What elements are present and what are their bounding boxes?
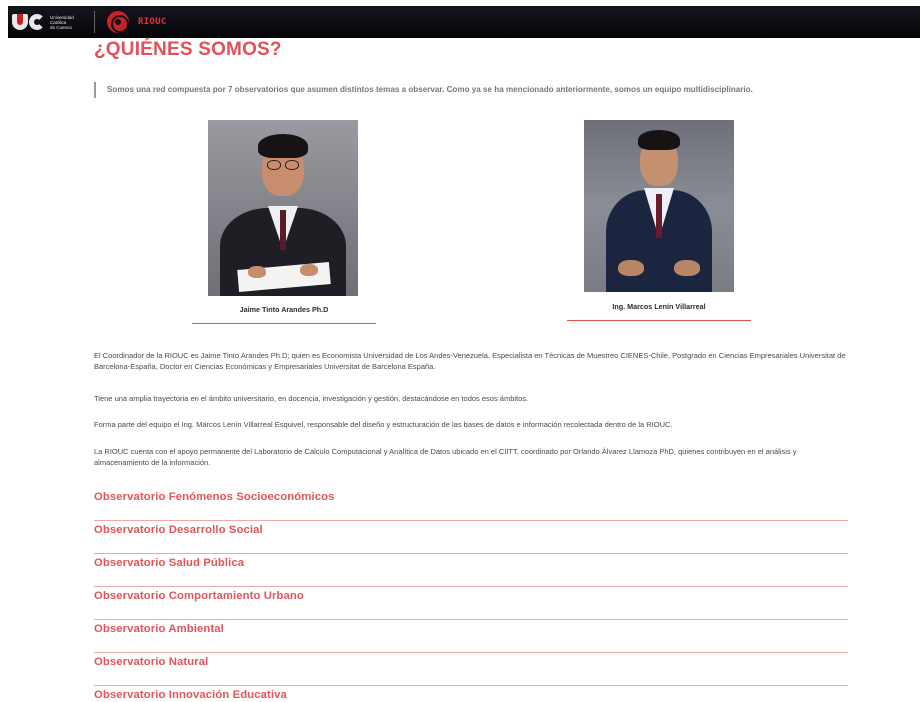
university-logo[interactable]: Universidad Católica de Cuenca	[12, 11, 88, 33]
riouc-logo-icon[interactable]	[107, 11, 129, 33]
portrait-jaime-tinto	[208, 120, 358, 296]
coordinator-paragraph: El Coordinador de la RIOUC es Jaime Tint…	[94, 351, 846, 372]
university-name: Universidad Católica de Cuenca	[50, 14, 74, 30]
observatorio-desarrollo-social[interactable]: Observatorio Desarrollo Social	[94, 521, 848, 554]
observatorio-fenomenos-socioeconomicos[interactable]: Observatorio Fenómenos Socioeconómicos	[94, 488, 848, 521]
team-member-paragraph: Forma parte del equipo el Ing. Marcos Le…	[94, 420, 673, 429]
observatorio-salud-publica[interactable]: Observatorio Salud Pública	[94, 554, 848, 587]
logo-divider	[94, 11, 95, 33]
observatorio-ambiental[interactable]: Observatorio Ambiental	[94, 620, 848, 653]
top-navbar: Universidad Católica de Cuenca RIOUC	[8, 6, 920, 38]
observatorio-natural[interactable]: Observatorio Natural	[94, 653, 848, 686]
lab-support-paragraph: La RIOUC cuenta con el apoyo permanente …	[94, 447, 797, 468]
brand-name[interactable]: RIOUC	[138, 17, 167, 27]
observatorio-innovacion-educativa[interactable]: Observatorio Innovación Educativa	[94, 686, 848, 702]
member-name-caption: Ing. Marcos Lenín Villarreal	[567, 302, 751, 321]
intro-quote: Somos una red compuesta por 7 observator…	[94, 82, 854, 98]
member-name-caption: Jaime Tinto Arandes Ph.D	[192, 305, 376, 324]
trajectory-paragraph: Tiene una amplia trayectoria en el ámbit…	[94, 394, 529, 403]
portrait-marcos-villarreal	[584, 120, 734, 292]
observatorios-list: Observatorio Fenómenos Socioeconómicos O…	[94, 488, 848, 702]
observatorio-comportamiento-urbano[interactable]: Observatorio Comportamiento Urbano	[94, 587, 848, 620]
uc-logo-icon	[12, 13, 46, 31]
page-title: ¿QUIÉNES SOMOS?	[94, 39, 282, 60]
